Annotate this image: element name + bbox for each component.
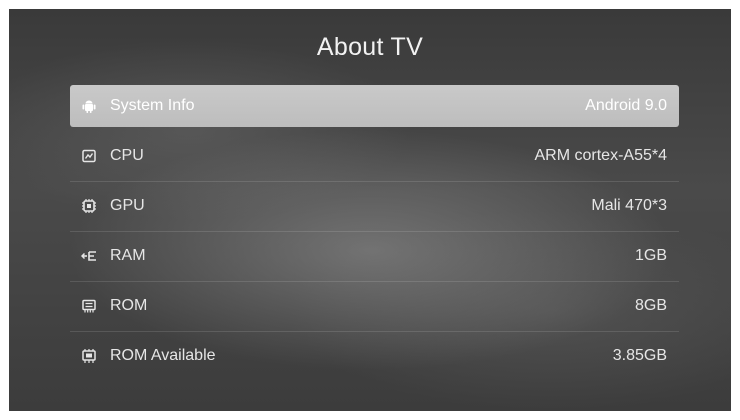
row-value: Mali 470*3: [591, 197, 667, 214]
row-label: ROM: [110, 297, 148, 314]
android-icon: [81, 98, 97, 114]
rom-icon: [81, 298, 97, 314]
row-value: 1GB: [634, 247, 667, 264]
row-cpu[interactable]: CPU ARM cortex-A55*4: [70, 135, 679, 182]
row-value: 3.85GB: [612, 347, 667, 364]
row-label: GPU: [110, 197, 145, 214]
info-list: System Info Android 9.0 CPU ARM cortex-A…: [70, 85, 679, 385]
row-rom[interactable]: ROM 8GB: [70, 285, 679, 332]
row-system-info[interactable]: System Info Android 9.0: [70, 85, 679, 127]
row-value: ARM cortex-A55*4: [534, 147, 668, 164]
row-label: System Info: [110, 97, 195, 114]
row-ram[interactable]: RAM 1GB: [70, 235, 679, 282]
rom-available-icon: [81, 348, 97, 364]
ram-icon: [81, 248, 97, 264]
row-rom-available[interactable]: ROM Available 3.85GB: [70, 335, 679, 377]
tv-screen: About TV System Info Android 9.0 CPU ARM…: [9, 9, 731, 411]
page-title: About TV: [316, 33, 424, 61]
gpu-chip-icon: [81, 198, 97, 214]
row-label: CPU: [110, 147, 144, 164]
row-label: RAM: [110, 247, 146, 264]
row-value: Android 9.0: [585, 97, 667, 114]
row-label: ROM Available: [110, 347, 216, 364]
row-gpu[interactable]: GPU Mali 470*3: [70, 185, 679, 232]
row-value: 8GB: [634, 297, 667, 314]
cpu-icon: [81, 148, 97, 164]
